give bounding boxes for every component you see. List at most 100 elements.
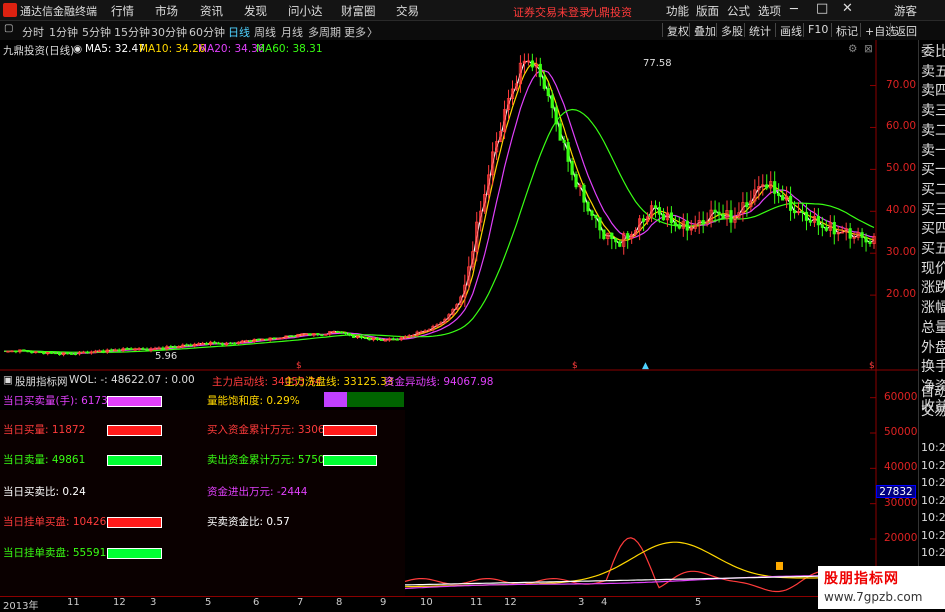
menu-discover[interactable]: 发现	[244, 3, 267, 19]
y-tick-label: 20.00	[886, 288, 917, 301]
candle	[864, 237, 868, 243]
candle	[348, 333, 352, 336]
tab-intraday[interactable]: 分时	[22, 24, 44, 40]
chart-area[interactable]	[0, 40, 918, 596]
fund-anomaly-line: 资金异动线: 94067.98	[384, 376, 494, 388]
candle	[582, 184, 586, 203]
menu-options[interactable]: 选项	[758, 3, 781, 19]
settings-icon[interactable]: ◉	[73, 43, 82, 55]
x-tick-label: 5	[205, 597, 212, 608]
tab-60min[interactable]: 60分钟	[189, 24, 225, 40]
candle	[848, 228, 852, 239]
main-force-washout-line: 主力洗盘线: 33125.33	[284, 376, 394, 388]
config-gear-icon[interactable]: ⚙	[848, 43, 857, 55]
trade-login-status[interactable]: 证券交易未登录	[513, 4, 590, 20]
x-tick-label: 7	[297, 597, 304, 608]
candle	[50, 352, 54, 354]
tab-15min[interactable]: 15分钟	[114, 24, 150, 40]
auto-trade-button[interactable]: 交易	[921, 402, 945, 423]
tab-5min[interactable]: 5分钟	[82, 24, 111, 40]
candle	[590, 210, 594, 216]
candle	[832, 222, 836, 235]
sub-y-tick-label: 60000	[884, 390, 918, 403]
minimize-icon[interactable]: ─	[790, 2, 798, 17]
menu-functions[interactable]: 功能	[666, 3, 689, 19]
user-guest[interactable]: 游客	[894, 3, 917, 19]
event-arrow-icon[interactable]: ▲	[642, 361, 649, 371]
candle	[228, 342, 233, 345]
candle	[129, 348, 133, 351]
menu-news[interactable]: 资讯	[200, 3, 223, 19]
candle	[30, 351, 34, 354]
candle	[530, 60, 534, 68]
candle	[308, 333, 312, 336]
x-tick-label: 11	[67, 597, 80, 608]
menu-trade[interactable]: 交易	[396, 3, 419, 19]
candle	[586, 201, 590, 212]
btn-adjust[interactable]: 复权	[662, 23, 689, 38]
tab-monthly[interactable]: 月线	[281, 24, 303, 40]
candle	[626, 233, 630, 239]
buy-funds-bar	[323, 425, 377, 436]
more-chevron-icon[interactable]: 〉	[367, 24, 378, 40]
candle	[677, 224, 681, 229]
y-tick-label: 60.00	[886, 120, 917, 133]
btn-mark[interactable]: 标记	[831, 23, 858, 38]
ask-orders-bar	[107, 548, 162, 559]
candle	[340, 331, 344, 334]
event-marker[interactable]: $	[572, 361, 578, 371]
tab-weekly[interactable]: 周线	[254, 24, 276, 40]
candle	[22, 349, 26, 352]
stock-link[interactable]: 九鼎投资	[588, 4, 632, 20]
candle	[800, 211, 805, 213]
candle	[816, 215, 820, 226]
indicator-name[interactable]: 股朋指标网	[15, 374, 68, 389]
event-marker[interactable]: $	[296, 361, 302, 371]
candle	[542, 76, 546, 89]
close-panel-icon[interactable]: ⊠	[864, 43, 873, 55]
close-icon[interactable]: ✕	[842, 1, 853, 16]
btn-back[interactable]: 返回	[890, 23, 917, 38]
indicator-toggle-icon[interactable]: ▣	[3, 374, 13, 386]
sidebar-field: 买二	[921, 181, 945, 198]
candle	[701, 220, 705, 225]
sub-y-tick-label: 50000	[884, 426, 918, 438]
tick-time: 10:2	[921, 441, 945, 454]
menu-wealth-circle[interactable]: 财富圈	[341, 3, 376, 19]
menu-formula[interactable]: 公式	[727, 3, 750, 19]
ma5-label: MA5: 32.47	[85, 43, 145, 55]
x-tick-label: 11	[470, 597, 483, 608]
menu-market-quotes[interactable]: 行情	[111, 3, 134, 19]
candle	[272, 337, 276, 340]
maximize-icon[interactable]: □	[816, 1, 828, 16]
tab-multi-period[interactable]: 多周期	[308, 24, 341, 40]
daily-bid-orders-stat: 当日挂单买盘: 104261	[3, 516, 113, 528]
event-marker[interactable]: $	[869, 361, 875, 371]
btn-multi-stock[interactable]: 多股	[716, 23, 743, 38]
menu-market[interactable]: 市场	[155, 3, 178, 19]
x-tick-label: 3	[150, 597, 157, 608]
sidebar-field: 卖三	[921, 103, 945, 120]
candle	[363, 337, 368, 339]
btn-statistics[interactable]: 统计	[744, 23, 771, 38]
toggle-icon[interactable]: ▢	[4, 23, 13, 34]
tab-more[interactable]: 更多	[344, 24, 366, 40]
daily-sell-bar	[107, 455, 162, 466]
candle	[336, 330, 340, 333]
candle	[379, 339, 383, 341]
tab-1min[interactable]: 1分钟	[49, 24, 78, 40]
btn-f10[interactable]: F10	[803, 23, 828, 37]
menu-ask-xiaoda[interactable]: 问小达	[288, 3, 323, 19]
buy-sell-fund-ratio: 买卖资金比: 0.57	[207, 516, 290, 528]
candle	[14, 350, 18, 353]
tab-daily[interactable]: 日线	[228, 24, 250, 40]
candle	[550, 95, 554, 109]
candle	[264, 338, 268, 341]
auto-trade-button[interactable]: 自动	[921, 383, 945, 404]
menu-layout[interactable]: 版面	[696, 3, 719, 19]
btn-draw-line[interactable]: 画线	[775, 23, 802, 38]
tab-30min[interactable]: 30分钟	[151, 24, 187, 40]
sidebar-field: 涨跌	[921, 280, 945, 297]
candle	[562, 139, 566, 143]
btn-overlay[interactable]: 叠加	[689, 23, 716, 38]
